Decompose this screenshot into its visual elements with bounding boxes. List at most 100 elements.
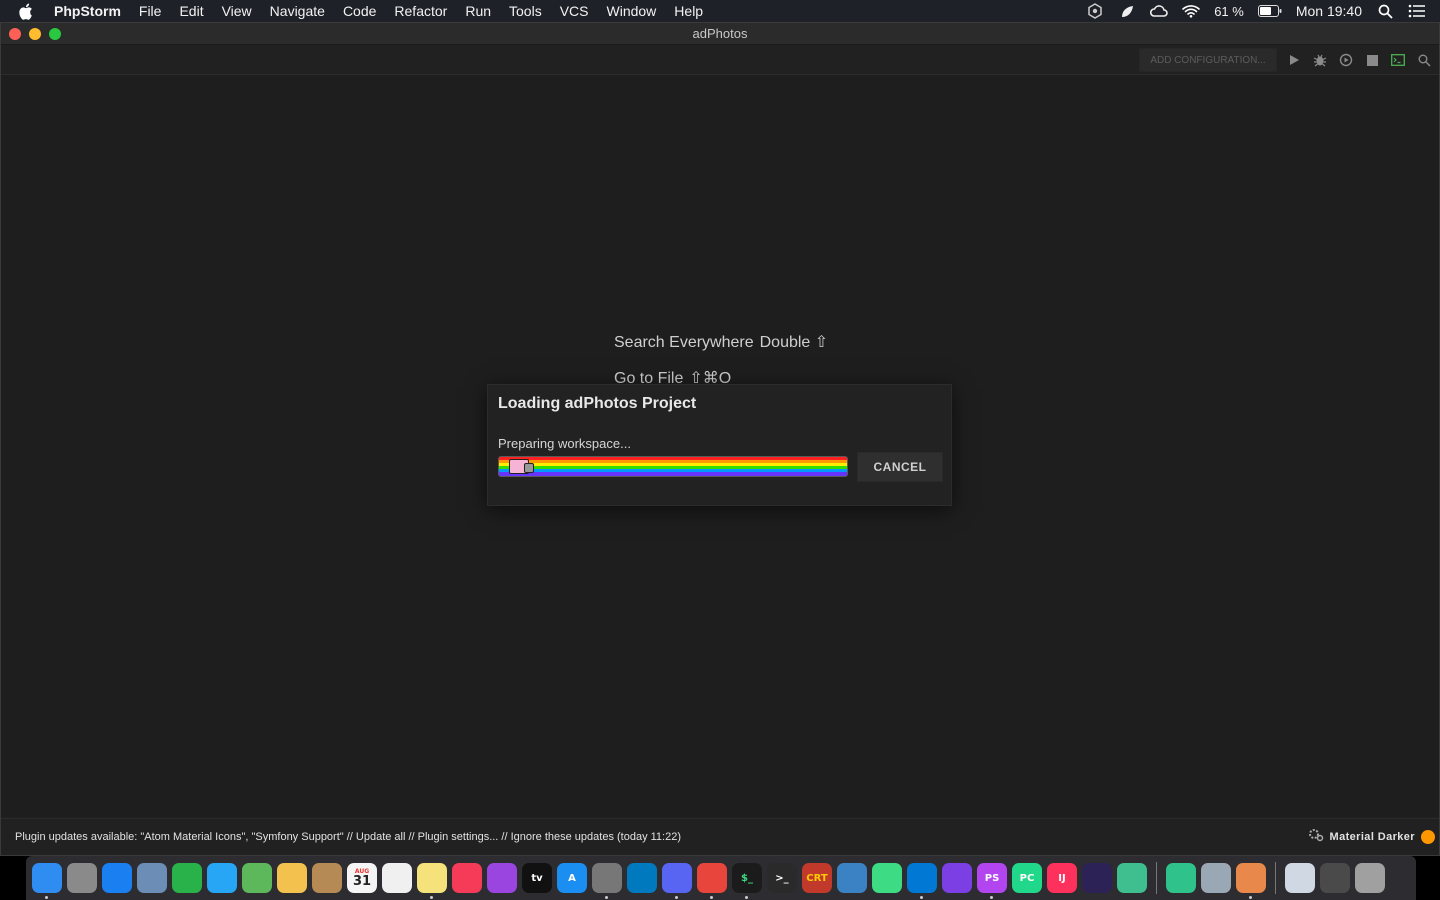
dock-separator — [1275, 862, 1276, 894]
menu-extras: 61 % Mon 19:40 — [1086, 0, 1440, 22]
menu-run[interactable]: Run — [465, 3, 491, 19]
dock-image-capture-icon[interactable] — [1201, 863, 1231, 893]
dialog-status-text: Preparing workspace... — [498, 436, 631, 451]
dock-separator — [1156, 862, 1157, 894]
dock-reminders-icon[interactable] — [382, 863, 412, 893]
dock-contacts-icon[interactable] — [312, 863, 342, 893]
dock-electron-app-icon[interactable] — [1166, 863, 1196, 893]
dock-tv-icon[interactable]: tv — [522, 863, 552, 893]
dock-iterm-icon[interactable]: $_ — [732, 863, 762, 899]
dock-safari-icon[interactable] — [102, 863, 132, 893]
dock-documents-folder-icon[interactable] — [1285, 863, 1315, 893]
dock-maps-icon[interactable] — [242, 863, 272, 893]
running-indicator — [675, 896, 678, 899]
menu-tools[interactable]: Tools — [509, 3, 542, 19]
dock-visual-studio-icon[interactable] — [942, 863, 972, 893]
wifi-icon[interactable] — [1182, 3, 1200, 19]
menu-bar: PhpStorm File Edit View Navigate Code Re… — [0, 0, 1440, 22]
minimize-window-button[interactable] — [29, 28, 41, 40]
running-indicator — [45, 896, 48, 899]
dock-discord-icon[interactable] — [662, 863, 692, 899]
menu-file[interactable]: File — [139, 3, 162, 19]
dock-preview-icon[interactable] — [137, 863, 167, 893]
battery-icon[interactable] — [1257, 3, 1282, 19]
battery-percentage[interactable]: 61 % — [1214, 4, 1244, 19]
stop-icon[interactable] — [1363, 51, 1381, 69]
menu-vcs[interactable]: VCS — [560, 3, 589, 19]
dock-xcode-instruments-icon[interactable] — [837, 863, 867, 893]
search-everywhere-icon[interactable] — [1415, 51, 1433, 69]
ide-toolbar: ADD CONFIGURATION... — [1, 45, 1439, 75]
theme-accent-indicator — [1421, 829, 1435, 844]
add-configuration-button[interactable]: ADD CONFIGURATION... — [1139, 48, 1277, 72]
running-indicator — [990, 896, 993, 899]
dock-finder-icon[interactable] — [32, 863, 62, 899]
menu-navigate[interactable]: Navigate — [270, 3, 325, 19]
dock-app-label: IJ — [1058, 872, 1066, 884]
menu-refactor[interactable]: Refactor — [394, 3, 447, 19]
dock-app-label: PS — [984, 872, 1000, 884]
privacy-indicator-icon[interactable] — [1086, 3, 1104, 19]
dock-podcasts-icon[interactable] — [487, 863, 517, 893]
window-controls — [9, 28, 61, 40]
dock-android-studio-icon[interactable] — [872, 863, 902, 893]
terminal-icon[interactable] — [1389, 51, 1407, 69]
notification-center-icon[interactable] — [1408, 3, 1426, 19]
dock-terminal-icon[interactable]: >_ — [767, 863, 797, 893]
dock-phpstorm-icon[interactable]: PS — [977, 863, 1007, 899]
dock-system-preferences-icon[interactable] — [592, 863, 622, 899]
spotlight-search-icon[interactable] — [1376, 3, 1394, 19]
dock-notes-icon[interactable] — [417, 863, 447, 899]
apple-menu-icon[interactable] — [18, 3, 38, 20]
loading-progress-bar — [498, 456, 848, 477]
run-icon[interactable] — [1285, 51, 1303, 69]
close-window-button[interactable] — [9, 28, 21, 40]
status-bar: Plugin updates available: "Atom Material… — [1, 818, 1439, 854]
menu-window[interactable]: Window — [607, 3, 657, 19]
dock-atom-icon[interactable] — [1117, 863, 1147, 893]
dock-app-label: >_ — [775, 872, 789, 884]
menu-view[interactable]: View — [222, 3, 252, 19]
loading-project-dialog: Loading adPhotos Project Preparing works… — [487, 384, 952, 506]
dock-app-label: $_ — [741, 872, 753, 884]
cloud-sync-icon[interactable] — [1150, 3, 1168, 19]
dock-messages-icon[interactable] — [207, 863, 237, 893]
leaf-icon[interactable] — [1118, 3, 1136, 19]
running-indicator — [1249, 896, 1252, 899]
dock-downloads-folder-icon[interactable] — [1320, 863, 1350, 893]
calendar-day: 31 — [352, 873, 372, 889]
dock-app-store-icon[interactable]: A — [557, 863, 587, 893]
plugin-update-notification[interactable]: Plugin updates available: "Atom Material… — [15, 831, 681, 843]
window-titlebar[interactable]: adPhotos — [1, 23, 1439, 45]
dock-securecrt-icon[interactable]: CRT — [802, 863, 832, 893]
dock-calendar-icon[interactable]: AUG 31 — [347, 863, 377, 893]
dock-chrome-icon[interactable] — [697, 863, 727, 899]
menu-help[interactable]: Help — [674, 3, 703, 19]
dock-eclipse-icon[interactable] — [1082, 863, 1112, 893]
menu-app-name[interactable]: PhpStorm — [54, 3, 121, 19]
dock-pycharm-icon[interactable]: PC — [1012, 863, 1042, 893]
coverage-icon[interactable] — [1337, 51, 1355, 69]
menu-edit[interactable]: Edit — [179, 3, 203, 19]
theme-switcher[interactable]: Material Darker — [1308, 828, 1435, 845]
window-title: adPhotos — [692, 26, 748, 41]
dock-intellij-icon[interactable]: IJ — [1047, 863, 1077, 893]
zoom-window-button[interactable] — [49, 28, 61, 40]
menu-clock[interactable]: Mon 19:40 — [1296, 3, 1362, 19]
run-tools: ADD CONFIGURATION... — [1139, 48, 1433, 72]
dock-app-label: PC — [1019, 872, 1035, 884]
dock-facetime-icon[interactable] — [172, 863, 202, 893]
dock-app-label: A — [568, 872, 576, 884]
menu-code[interactable]: Code — [343, 3, 376, 19]
dock-trello-icon[interactable] — [627, 863, 657, 893]
debug-icon[interactable] — [1311, 51, 1329, 69]
dock-music-icon[interactable] — [452, 863, 482, 893]
cancel-button[interactable]: CANCEL — [857, 452, 943, 482]
dock-package-app-icon[interactable] — [1236, 863, 1266, 899]
dock-vscode-icon[interactable] — [907, 863, 937, 899]
dock-launchpad-icon[interactable] — [67, 863, 97, 893]
dock-photos-icon[interactable] — [277, 863, 307, 893]
running-indicator — [745, 896, 748, 899]
hint-search-shortcut: Double ⇧ — [759, 334, 829, 351]
dock-trash-icon[interactable] — [1355, 863, 1385, 893]
